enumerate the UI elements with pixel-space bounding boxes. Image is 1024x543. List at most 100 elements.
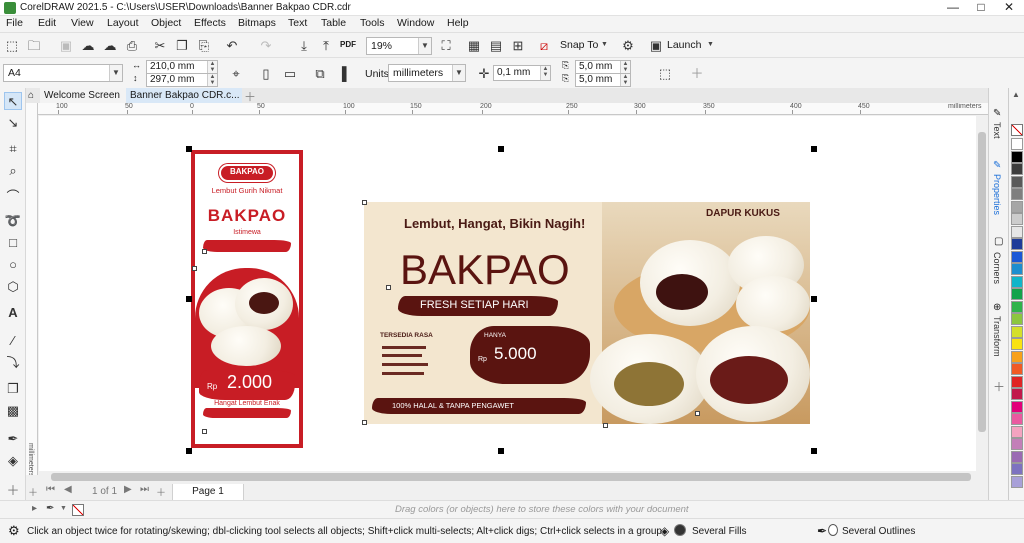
selection-handle[interactable] bbox=[186, 146, 192, 152]
menu-window[interactable]: Window bbox=[397, 17, 434, 29]
color-swatch[interactable] bbox=[1011, 275, 1023, 288]
color-swatch[interactable] bbox=[1011, 138, 1023, 150]
transparency-tool-icon[interactable]: ▩ bbox=[4, 402, 22, 420]
open-folder-icon[interactable]: 🗀 bbox=[26, 37, 42, 53]
show-grid-icon[interactable]: ⊞ bbox=[510, 37, 526, 53]
page-tab-1[interactable]: Page 1 bbox=[172, 484, 244, 501]
chevron-down-icon[interactable]: ▼ bbox=[452, 65, 465, 81]
parallel-dimension-tool-icon[interactable]: ∕ bbox=[4, 332, 22, 350]
horizontal-scrollbar[interactable] bbox=[39, 471, 988, 483]
minimize-button[interactable]: — bbox=[940, 0, 966, 16]
selection-handle[interactable] bbox=[498, 146, 504, 152]
tab-document[interactable]: Banner Bakpao CDR.c... bbox=[126, 88, 242, 103]
selection-handle[interactable] bbox=[811, 146, 817, 152]
zoom-tool-icon[interactable]: ⌕ bbox=[4, 162, 22, 180]
artistic-media-tool-icon[interactable]: ➰ bbox=[4, 212, 22, 230]
color-swatch[interactable] bbox=[1011, 450, 1023, 463]
connector-tool-icon[interactable]: ⤵ bbox=[4, 354, 22, 372]
object-node[interactable] bbox=[362, 200, 367, 205]
color-swatch[interactable] bbox=[1011, 400, 1023, 413]
undo-icon[interactable]: ↶ bbox=[224, 37, 240, 53]
treat-as-filled-icon[interactable]: ⬚ bbox=[657, 65, 673, 81]
portrait-icon[interactable]: ▯ bbox=[258, 65, 274, 81]
home-icon[interactable]: ⌂ bbox=[28, 90, 34, 101]
maximize-button[interactable]: □ bbox=[968, 0, 994, 16]
object-node[interactable] bbox=[362, 420, 367, 425]
chevron-down-icon[interactable]: ▼ bbox=[109, 65, 122, 81]
corners-docker-icon[interactable]: ▢ bbox=[994, 236, 1003, 247]
landscape-icon[interactable]: ▭ bbox=[282, 65, 298, 81]
chevron-down-icon[interactable]: ▼ bbox=[707, 41, 714, 48]
fill-bucket-icon[interactable]: ◈ bbox=[660, 524, 669, 538]
color-swatch[interactable] bbox=[1011, 225, 1023, 238]
show-rulers-icon[interactable]: ▤ bbox=[488, 37, 504, 53]
docker-tab-text[interactable]: Text bbox=[992, 122, 1002, 139]
vertical-scroll-thumb[interactable] bbox=[978, 132, 986, 432]
spin-arrows-icon[interactable]: ▲ ▼ bbox=[540, 66, 550, 80]
options-gear-icon[interactable]: ⚙ bbox=[620, 37, 636, 53]
redo-icon[interactable]: ↷ bbox=[258, 37, 274, 53]
object-node[interactable] bbox=[386, 285, 391, 290]
banner-artwork[interactable]: Lembut, Hangat, Bikin Nagih! DAPUR KUKUS… bbox=[364, 202, 810, 424]
tab-welcome-screen[interactable]: Welcome Screen bbox=[40, 88, 130, 103]
docker-tab-transform[interactable]: Transform bbox=[992, 316, 1002, 357]
pick-tool-icon[interactable]: ↖ bbox=[4, 92, 22, 110]
interactive-fill-tool-icon[interactable]: ◈ bbox=[4, 452, 22, 470]
last-page-icon[interactable]: ⏭ bbox=[140, 484, 149, 495]
selection-handle[interactable] bbox=[811, 448, 817, 454]
snap-off-icon[interactable]: ⧄ bbox=[536, 37, 552, 53]
text-tool-icon[interactable]: A bbox=[4, 304, 22, 322]
save-icon[interactable]: ▣ bbox=[58, 37, 74, 53]
palette-expand-icon[interactable]: ▸ bbox=[32, 503, 37, 514]
menu-table[interactable]: Table bbox=[321, 17, 346, 29]
color-swatch[interactable] bbox=[1011, 475, 1023, 488]
docker-tab-properties[interactable]: Properties bbox=[992, 174, 1002, 215]
paste-icon[interactable]: ⎘ bbox=[196, 37, 212, 53]
drop-shadow-tool-icon[interactable]: ❐ bbox=[4, 380, 22, 398]
add-docker-icon[interactable]: ＋ bbox=[993, 378, 1005, 395]
all-pages-layout-icon[interactable]: ⧉ bbox=[312, 65, 328, 81]
pdf-export-button[interactable]: PDF bbox=[340, 40, 356, 49]
color-swatch[interactable] bbox=[1011, 150, 1023, 163]
import-icon[interactable]: ⤓ bbox=[296, 37, 312, 53]
previous-page-icon[interactable]: ◀ bbox=[64, 484, 72, 495]
menu-bitmaps[interactable]: Bitmaps bbox=[238, 17, 276, 29]
snap-to-dropdown[interactable]: Snap To bbox=[560, 39, 598, 51]
color-swatch[interactable] bbox=[1011, 463, 1023, 475]
color-swatch[interactable] bbox=[1011, 425, 1023, 438]
color-swatch[interactable] bbox=[1011, 388, 1023, 400]
next-page-icon[interactable]: ▶ bbox=[124, 484, 132, 495]
menu-effects[interactable]: Effects bbox=[194, 17, 226, 29]
menu-view[interactable]: View bbox=[71, 17, 94, 29]
color-swatch[interactable] bbox=[1011, 338, 1023, 350]
duplicate-distance-y-input[interactable]: 5,0 mm ▲ ▼ bbox=[575, 73, 631, 87]
color-swatch[interactable] bbox=[1011, 263, 1023, 275]
docker-tab-corners[interactable]: Corners bbox=[992, 252, 1002, 284]
eyedropper-tool-icon[interactable]: ✒ bbox=[4, 430, 22, 448]
cloud-download-icon[interactable]: ☁ bbox=[102, 37, 118, 53]
horizontal-ruler[interactable]: 100 50 0 50 100 150 200 250 300 350 400 … bbox=[38, 103, 988, 115]
color-swatch[interactable] bbox=[1011, 375, 1023, 388]
menu-text[interactable]: Text bbox=[288, 17, 307, 29]
color-swatch[interactable] bbox=[1011, 175, 1023, 188]
eyedropper-icon[interactable]: ✒ bbox=[46, 503, 54, 514]
zoom-to-page-icon[interactable]: ⛶ bbox=[438, 37, 454, 53]
add-page-before-icon[interactable]: ＋ bbox=[28, 484, 38, 499]
menu-tools[interactable]: Tools bbox=[360, 17, 385, 29]
vertical-scrollbar[interactable] bbox=[976, 116, 988, 472]
color-swatch[interactable] bbox=[1011, 288, 1023, 300]
color-swatch[interactable] bbox=[1011, 325, 1023, 338]
shape-tool-icon[interactable]: ↘ bbox=[4, 114, 22, 132]
drawing-canvas[interactable]: BAKPAO Lembut Gurih Nikmat BAKPAO Istime… bbox=[39, 116, 976, 471]
first-page-icon[interactable]: ⏮ bbox=[46, 484, 55, 495]
spin-arrows-icon[interactable]: ▲ ▼ bbox=[207, 74, 217, 86]
horizontal-scroll-thumb[interactable] bbox=[51, 473, 971, 481]
chevron-down-icon[interactable]: ▼ bbox=[601, 41, 608, 48]
text-docker-icon[interactable]: ✎ bbox=[993, 108, 1001, 119]
fullscreen-preview-icon[interactable]: ▦ bbox=[466, 37, 482, 53]
crop-tool-icon[interactable]: ⌗ bbox=[4, 140, 22, 158]
chevron-down-icon[interactable]: ▼ bbox=[418, 38, 431, 54]
new-document-icon[interactable]: ⬚ bbox=[4, 37, 20, 53]
selection-handle[interactable] bbox=[811, 296, 817, 302]
object-node[interactable] bbox=[202, 429, 207, 434]
